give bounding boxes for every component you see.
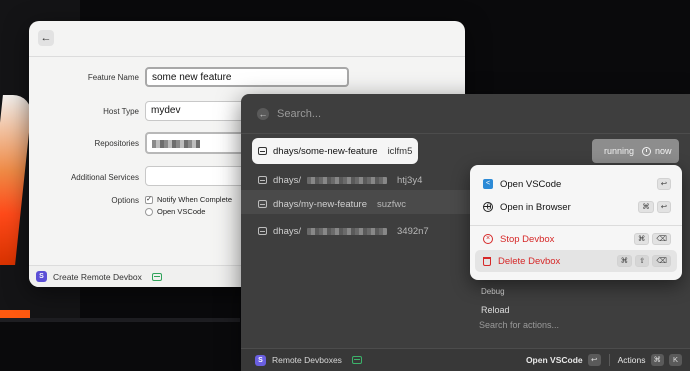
devbox-icon bbox=[258, 200, 267, 208]
menu-item-label: Stop Devbox bbox=[500, 233, 555, 245]
debug-section: Debug Reload bbox=[473, 282, 685, 342]
devbox-name: dhays/some-new-feature bbox=[273, 145, 378, 157]
actions-search-input[interactable] bbox=[479, 320, 679, 330]
devbox-row[interactable]: dhays/ htj3y4 bbox=[254, 168, 422, 192]
devbox-hash: htj3y4 bbox=[397, 174, 423, 186]
return-key-hint: ↩ bbox=[656, 178, 671, 190]
k-key-hint: K bbox=[669, 354, 682, 366]
shortcut-keys: ↩ bbox=[656, 178, 671, 190]
globe-icon bbox=[483, 202, 493, 212]
create-window-header: ← bbox=[29, 21, 465, 57]
clock-icon bbox=[642, 146, 652, 156]
return-key-hint: ↩ bbox=[587, 354, 601, 366]
additional-services-field[interactable] bbox=[145, 166, 249, 186]
shortcut-keys: ⌘ ↩ bbox=[638, 201, 671, 213]
create-remote-devbox-label: Create Remote Devbox bbox=[53, 271, 142, 282]
search-bar: ← bbox=[241, 94, 690, 134]
status-time: now bbox=[655, 146, 672, 156]
devbox-name: dhays/ bbox=[273, 174, 301, 186]
devbox-hash: suzfwc bbox=[376, 198, 407, 210]
feature-name-field[interactable]: some new feature bbox=[145, 67, 349, 87]
devbox-name: dhays/ bbox=[273, 225, 301, 237]
open-vscode-label: Open VSCode bbox=[157, 207, 206, 216]
cmd-key-hint: ⌘ bbox=[650, 354, 664, 366]
feature-name-label: Feature Name bbox=[87, 73, 139, 82]
cmd-key-hint: ⌘ bbox=[633, 233, 650, 245]
return-key-hint: ↩ bbox=[656, 201, 671, 213]
back-arrow-icon[interactable]: ← bbox=[257, 107, 269, 120]
menu-item-open-in-browser[interactable]: Open in Browser ⌘ ↩ bbox=[475, 196, 677, 218]
wallpaper-glow-edge bbox=[0, 310, 30, 318]
status-state: running bbox=[604, 146, 635, 156]
devbox-row-selected[interactable]: dhays/some-new-feature iclfm5 bbox=[252, 138, 418, 164]
remote-devboxes-label: Remote Devboxes bbox=[272, 355, 342, 365]
devbox-hash: iclfm5 bbox=[387, 145, 413, 157]
menu-item-delete-devbox[interactable]: Delete Devbox ⌘ ⇧ ⌫ bbox=[475, 250, 677, 272]
remote-window-footer: S Remote Devboxes Open VSCode ↩ Actions … bbox=[241, 348, 690, 371]
debug-section-title: Debug bbox=[481, 287, 505, 296]
redacted-branch bbox=[307, 176, 387, 184]
open-vscode-checkbox[interactable] bbox=[145, 207, 153, 216]
additional-services-label: Additional Services bbox=[70, 173, 139, 182]
devbox-name: dhays/my-new-feature bbox=[273, 198, 367, 210]
shortcut-keys: ⌘ ⌫ bbox=[633, 233, 671, 245]
delete-key-hint: ⌫ bbox=[652, 233, 671, 245]
vscode-icon: < bbox=[483, 179, 493, 189]
delete-key-hint: ⌫ bbox=[652, 255, 671, 267]
devbox-icon bbox=[258, 147, 267, 155]
devbox-row[interactable]: dhays/my-new-feature suzfwc bbox=[254, 192, 406, 216]
actions-menu: < Open VSCode ↩ Open in Browser ⌘ ↩ × St… bbox=[470, 165, 682, 280]
back-arrow-icon[interactable]: ← bbox=[38, 30, 54, 46]
redacted-repository bbox=[152, 140, 200, 148]
app-logo-icon: S bbox=[36, 271, 47, 282]
cmd-key-hint: ⌘ bbox=[638, 201, 654, 213]
trash-icon bbox=[483, 256, 491, 266]
footer-actions: Open VSCode ↩ Actions ⌘ K bbox=[526, 354, 682, 366]
options-label: Options bbox=[111, 196, 139, 205]
host-type-label: Host Type bbox=[103, 107, 139, 116]
devbox-icon bbox=[151, 272, 162, 281]
repositories-field[interactable] bbox=[145, 132, 249, 154]
wallpaper-line bbox=[0, 318, 240, 322]
notify-option[interactable]: ✓ Notify When Complete bbox=[145, 195, 232, 204]
reload-action[interactable]: Reload bbox=[481, 305, 510, 315]
devbox-icon bbox=[351, 356, 362, 364]
menu-item-label: Delete Devbox bbox=[498, 255, 561, 267]
host-type-select[interactable]: mydev bbox=[145, 101, 249, 121]
search-input[interactable] bbox=[277, 107, 477, 120]
actions-button[interactable]: Actions bbox=[618, 355, 646, 365]
footer-divider bbox=[608, 354, 610, 366]
menu-divider bbox=[470, 225, 682, 226]
shift-key-hint: ⇧ bbox=[635, 255, 650, 267]
menu-item-open-vscode[interactable]: < Open VSCode ↩ bbox=[475, 173, 677, 195]
stop-icon: × bbox=[483, 234, 493, 244]
menu-item-stop-devbox[interactable]: × Stop Devbox ⌘ ⌫ bbox=[475, 228, 677, 250]
open-vscode-option[interactable]: Open VSCode bbox=[145, 207, 205, 216]
notify-label: Notify When Complete bbox=[157, 195, 233, 204]
cmd-key-hint: ⌘ bbox=[616, 255, 633, 267]
redacted-branch bbox=[307, 227, 387, 235]
app-logo-icon: S bbox=[255, 354, 266, 366]
devbox-row[interactable]: dhays/ 3492n7 bbox=[254, 219, 429, 243]
status-badge: running now bbox=[592, 139, 679, 163]
notify-checkbox[interactable]: ✓ bbox=[145, 195, 153, 204]
menu-item-label: Open in Browser bbox=[500, 201, 571, 213]
menu-item-label: Open VSCode bbox=[500, 178, 562, 190]
open-vscode-primary-action[interactable]: Open VSCode bbox=[526, 355, 583, 365]
devbox-hash: 3492n7 bbox=[397, 225, 429, 237]
devbox-icon bbox=[258, 227, 267, 235]
repositories-label: Repositories bbox=[94, 139, 139, 148]
shortcut-keys: ⌘ ⇧ ⌫ bbox=[616, 255, 671, 267]
devbox-icon bbox=[258, 176, 267, 184]
